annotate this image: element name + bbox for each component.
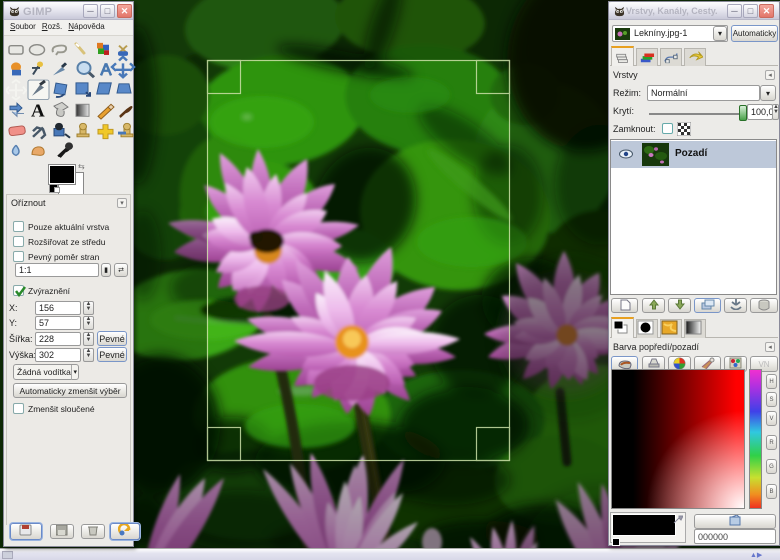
svg-text:A: A xyxy=(31,101,45,120)
